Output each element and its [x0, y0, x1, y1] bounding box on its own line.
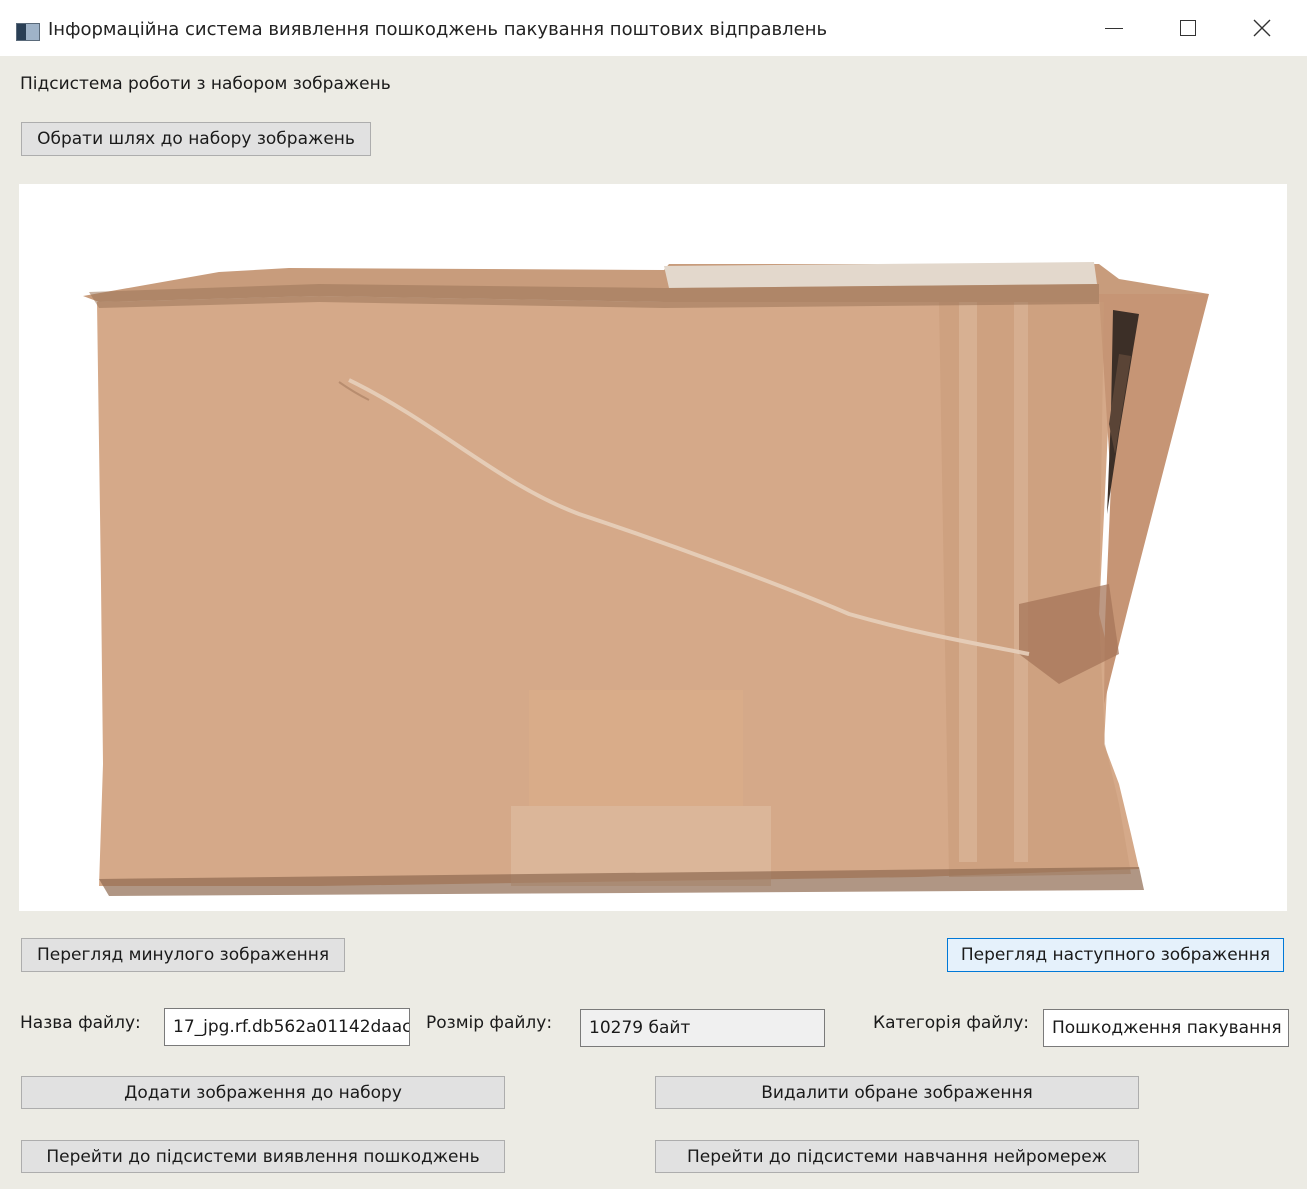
file-name-label: Назва файлу: [20, 1013, 141, 1033]
file-name-field[interactable]: 17_jpg.rf.db562a01142daac [164, 1008, 410, 1046]
file-category-label: Категорія файлу: [873, 1013, 1029, 1033]
minimize-icon [1105, 27, 1123, 29]
prev-image-button[interactable]: Перегляд минулого зображення [21, 938, 345, 972]
close-button[interactable] [1225, 0, 1299, 56]
file-size-field[interactable]: 10279 байт [580, 1009, 825, 1047]
app-window-icon [16, 23, 40, 41]
subsystem-label: Підсистема роботи з набором зображень [20, 74, 391, 94]
maximize-icon [1180, 20, 1196, 36]
title-bar: Інформаційна система виявлення пошкоджен… [0, 0, 1307, 56]
choose-path-button[interactable]: Обрати шлях до набору зображень [21, 122, 371, 156]
image-preview [19, 184, 1287, 911]
window-title: Інформаційна система виявлення пошкоджен… [48, 19, 828, 40]
maximize-button[interactable] [1151, 0, 1225, 56]
delete-image-button[interactable]: Видалити обране зображення [655, 1076, 1139, 1109]
goto-detection-button[interactable]: Перейти до підсистеми виявлення пошкодже… [21, 1140, 505, 1173]
add-image-button[interactable]: Додати зображення до набору [21, 1076, 505, 1109]
goto-training-button[interactable]: Перейти до підсистеми навчання нейромере… [655, 1140, 1139, 1173]
file-category-field[interactable]: Пошкодження пакування [1043, 1009, 1289, 1047]
next-image-button[interactable]: Перегляд наступного зображення [947, 938, 1284, 972]
close-icon [1253, 19, 1271, 37]
minimize-button[interactable] [1077, 0, 1151, 56]
file-size-label: Розмір файлу: [426, 1013, 553, 1033]
damaged-box-image [83, 262, 1209, 896]
